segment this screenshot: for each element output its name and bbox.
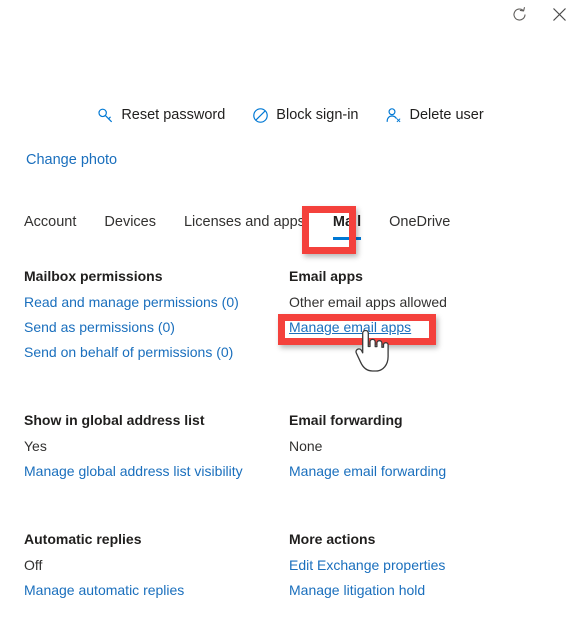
block-circle-slash-icon bbox=[251, 106, 269, 124]
section-automatic-replies: Automatic replies Off Manage automatic r… bbox=[24, 531, 289, 607]
manage-litigation-hold-link[interactable]: Manage litigation hold bbox=[289, 582, 425, 598]
manage-email-apps-link[interactable]: Manage email apps bbox=[289, 319, 411, 335]
person-remove-icon bbox=[385, 106, 403, 124]
key-icon bbox=[96, 106, 114, 124]
automatic-replies-status: Off bbox=[24, 557, 43, 573]
manage-global-address-list-visibility-link[interactable]: Manage global address list visibility bbox=[24, 463, 243, 479]
section-title: Mailbox permissions bbox=[24, 268, 163, 284]
section-show-in-global-address-list: Show in global address list Yes Manage g… bbox=[24, 412, 289, 488]
reset-password-button[interactable]: Reset password bbox=[96, 106, 225, 124]
tab-account[interactable]: Account bbox=[24, 214, 76, 240]
block-sign-in-label: Block sign-in bbox=[276, 107, 359, 123]
global-address-list-status: Yes bbox=[24, 438, 47, 454]
tab-mail[interactable]: Mail bbox=[332, 214, 362, 240]
section-title: Show in global address list bbox=[24, 412, 205, 428]
tab-bar: Account Devices Licenses and apps Mail O… bbox=[24, 214, 450, 240]
manage-automatic-replies-link[interactable]: Manage automatic replies bbox=[24, 582, 184, 598]
delete-user-button[interactable]: Delete user bbox=[385, 106, 484, 124]
change-photo-link[interactable]: Change photo bbox=[26, 152, 117, 168]
refresh-button[interactable] bbox=[506, 3, 532, 29]
send-on-behalf-of-permissions-link[interactable]: Send on behalf of permissions (0) bbox=[24, 344, 233, 360]
close-button[interactable] bbox=[546, 3, 572, 29]
section-more-actions: More actions Edit Exchange properties Ma… bbox=[289, 531, 564, 607]
block-sign-in-button[interactable]: Block sign-in bbox=[251, 106, 359, 124]
manage-email-forwarding-link[interactable]: Manage email forwarding bbox=[289, 463, 446, 479]
section-email-apps: Email apps Other email apps allowed Mana… bbox=[289, 268, 564, 369]
tab-devices[interactable]: Devices bbox=[104, 214, 156, 240]
close-icon bbox=[551, 6, 568, 26]
edit-exchange-properties-link[interactable]: Edit Exchange properties bbox=[289, 557, 445, 573]
delete-user-label: Delete user bbox=[409, 107, 484, 123]
section-title: Email forwarding bbox=[289, 412, 403, 428]
section-email-forwarding: Email forwarding None Manage email forwa… bbox=[289, 412, 564, 488]
refresh-icon bbox=[511, 6, 528, 26]
read-and-manage-permissions-link[interactable]: Read and manage permissions (0) bbox=[24, 294, 239, 310]
email-apps-status: Other email apps allowed bbox=[289, 294, 447, 310]
reset-password-label: Reset password bbox=[121, 107, 226, 123]
section-title: More actions bbox=[289, 531, 376, 547]
section-mailbox-permissions: Mailbox permissions Read and manage perm… bbox=[24, 268, 289, 369]
email-forwarding-status: None bbox=[289, 438, 323, 454]
window-controls bbox=[506, 0, 572, 32]
mail-settings-content: Mailbox permissions Read and manage perm… bbox=[24, 268, 564, 631]
command-bar: Reset password Block sign-in Delete user bbox=[0, 106, 580, 124]
section-title: Automatic replies bbox=[24, 531, 142, 547]
send-as-permissions-link[interactable]: Send as permissions (0) bbox=[24, 319, 175, 335]
tab-licenses-and-apps[interactable]: Licenses and apps bbox=[184, 214, 305, 240]
tab-onedrive[interactable]: OneDrive bbox=[389, 214, 450, 240]
section-title: Email apps bbox=[289, 268, 363, 284]
